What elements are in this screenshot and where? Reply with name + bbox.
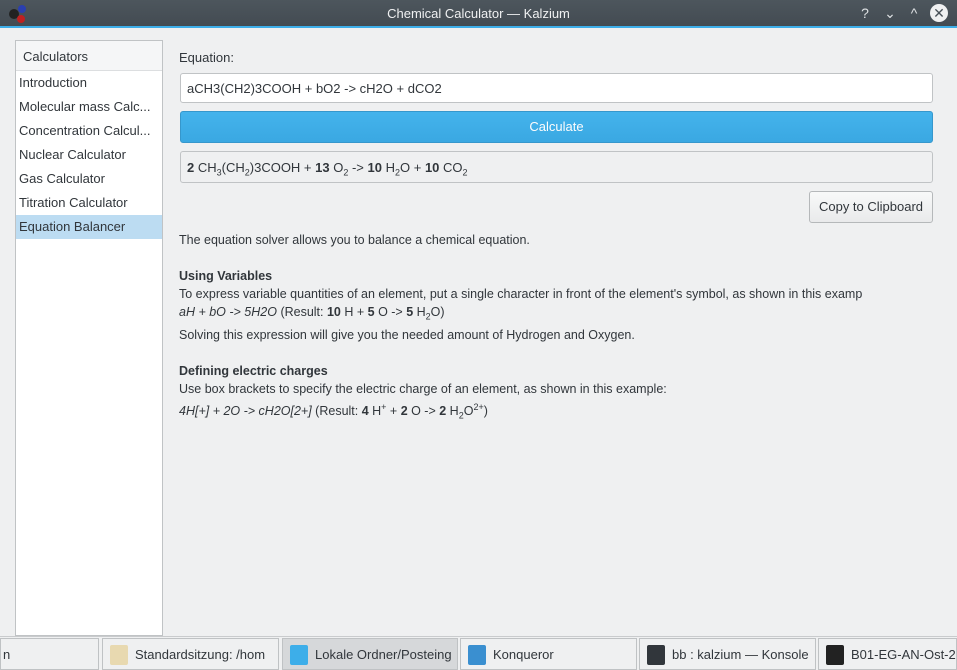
close-button[interactable]: ✕ <box>930 4 948 22</box>
sidebar-item-gas-calculator[interactable]: Gas Calculator <box>16 167 162 191</box>
sidebar-item-molecular-mass-calc[interactable]: Molecular mass Calc... <box>16 95 162 119</box>
text-segment: H <box>368 403 382 418</box>
text-segment: O) <box>430 305 445 319</box>
help-line: Using Variables <box>179 267 939 285</box>
text-segment: Use box brackets to specify the electric… <box>179 381 667 396</box>
sidebar-item-equation-balancer[interactable]: Equation Balancer <box>16 215 162 239</box>
text-segment: (Result: <box>276 305 327 319</box>
help-button[interactable]: ? <box>856 4 874 22</box>
calculators-header: Calculators <box>16 41 162 71</box>
text-segment: 4 <box>361 403 369 418</box>
text-segment: + <box>386 403 401 418</box>
text-segment: O <box>329 160 344 175</box>
text-segment: -> <box>348 160 368 175</box>
taskbar-item-label: Lokale Ordner/Posteing <box>315 647 452 662</box>
minimize-button[interactable]: ⌄ <box>881 4 899 22</box>
sidebar-item-titration-calculator[interactable]: Titration Calculator <box>16 191 162 215</box>
taskbar-item-label: Standardsitzung: /hom <box>135 647 266 662</box>
equation-input[interactable]: aCH3(CH2)3COOH + bO2 -> cH2O + dCO2 <box>180 73 933 103</box>
result-display: 2 CH3(CH2)3COOH + 13 O2 -> 10 H2O + 10 C… <box>180 151 933 183</box>
text-segment: CO <box>439 160 463 175</box>
text-segment: CH <box>194 160 217 175</box>
help-line: Use box brackets to specify the electric… <box>179 380 939 398</box>
text-segment: aH + bO -> 5H2O <box>179 305 277 319</box>
taskbar-item[interactable]: B01-EG-AN-Ost-26 <box>818 638 957 670</box>
text-segment: 4H[+] + 2O -> cH2O[2+] <box>179 403 312 418</box>
calculators-list: Calculators Introduction Molecular mass C… <box>15 40 163 636</box>
text-segment: O -> <box>407 403 440 418</box>
mail-icon <box>290 645 308 665</box>
text-segment: 2 <box>462 167 468 178</box>
help-text: The equation solver allows you to balanc… <box>179 231 939 424</box>
text-segment: (CH <box>221 160 245 175</box>
text-segment: 10 <box>326 305 341 319</box>
taskbar-item[interactable]: Lokale Ordner/Posteing <box>282 638 458 670</box>
text-segment: H + <box>340 305 368 319</box>
help-line: Solving this expression will give you th… <box>179 326 939 344</box>
terminal-icon <box>647 645 665 665</box>
taskbar-item[interactable]: bb : kalzium — Konsole <box>639 638 816 670</box>
equation-label: Equation: <box>179 50 234 65</box>
text-segment: Defining electric charges <box>179 363 328 378</box>
notes-icon <box>110 645 128 665</box>
copy-to-clipboard-button[interactable]: Copy to Clipboard <box>809 191 933 223</box>
taskbar-item-label: Konqueror <box>493 647 554 662</box>
taskbar-item-label: n <box>3 647 11 662</box>
globe-icon <box>468 645 486 665</box>
text-segment: 10 <box>424 160 440 175</box>
text-segment: To express variable quantities of an ele… <box>179 287 863 301</box>
text-segment: )3COOH + <box>249 160 316 175</box>
text-segment: H <box>381 160 395 175</box>
taskbar: n Standardsitzung: /hom Lokale Ordner/Post… <box>0 636 957 670</box>
text-segment: The equation solver allows you to balanc… <box>179 233 530 247</box>
text-segment: 5 <box>367 305 375 319</box>
text-segment: O <box>463 403 474 418</box>
help-line: The equation solver allows you to balanc… <box>179 231 939 249</box>
document-icon <box>826 645 844 665</box>
help-line: 4H[+] + 2O -> cH2O[2+] (Result: 4 H+ + 2… <box>179 398 939 425</box>
title-bar: Chemical Calculator — Kalzium ? ⌄ ^ ✕ <box>0 0 957 28</box>
text-segment: Solving this expression will give you th… <box>179 327 635 342</box>
taskbar-item[interactable]: Standardsitzung: /hom <box>102 638 279 670</box>
text-segment: O -> <box>374 305 407 319</box>
help-line: aH + bO -> 5H2O (Result: 10 H + 5 O -> 5… <box>179 303 939 326</box>
text-segment: H <box>446 403 459 418</box>
text-segment: H <box>413 305 426 319</box>
taskbar-item[interactable]: n <box>0 638 99 670</box>
text-segment: 2+ <box>473 401 484 412</box>
taskbar-item[interactable]: Konqueror <box>460 638 637 670</box>
text-segment: Using Variables <box>179 269 273 283</box>
text-segment: 10 <box>367 160 382 175</box>
help-line: Defining electric charges <box>179 362 939 380</box>
text-segment: (Result: <box>311 403 362 418</box>
text-segment: 2 <box>400 403 408 418</box>
window-title: Chemical Calculator — Kalzium <box>387 6 570 21</box>
help-line: To express variable quantities of an ele… <box>179 285 939 303</box>
sidebar-item-nuclear-calculator[interactable]: Nuclear Calculator <box>16 143 162 167</box>
text-segment: ) <box>483 403 488 418</box>
sidebar-item-introduction[interactable]: Introduction <box>16 71 162 95</box>
calculate-button[interactable]: Calculate <box>180 111 933 143</box>
taskbar-item-label: bb : kalzium — Konsole <box>672 647 809 662</box>
text-segment: O + <box>400 160 425 175</box>
text-segment: 13 <box>315 160 330 175</box>
maximize-button[interactable]: ^ <box>905 4 923 22</box>
sidebar-item-concentration-calcul[interactable]: Concentration Calcul... <box>16 119 162 143</box>
taskbar-item-label: B01-EG-AN-Ost-26 <box>851 647 957 662</box>
